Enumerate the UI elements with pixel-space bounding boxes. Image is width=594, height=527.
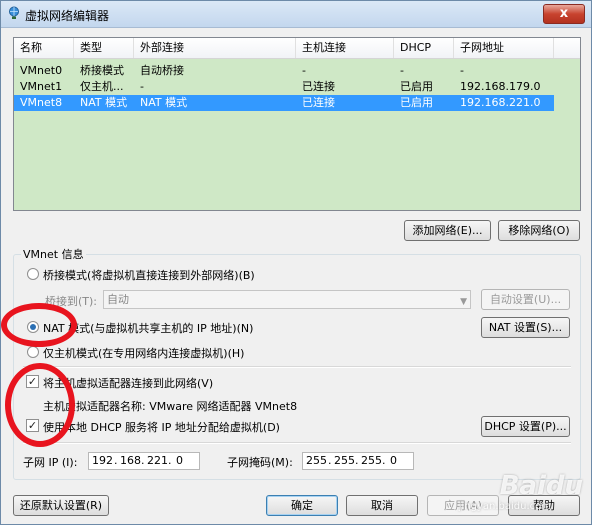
use-dhcp-label[interactable]: 使用本地 DHCP 服务将 IP 地址分配给虚拟机(D) [43, 419, 280, 435]
cell-external: NAT 模式 [140, 96, 188, 109]
table-row[interactable]: VMnet1 仅主机... - 已连接 已启用 192.168.179.0 [14, 79, 580, 95]
adapter-name-label: 主机虚拟适配器名称: VMware 网络适配器 VMnet8 [43, 400, 298, 413]
ip-octet: 168 [120, 454, 141, 467]
column-header-name[interactable]: 名称 [14, 38, 74, 58]
subnet-ip-input[interactable]: 192 . 168 . 221 . 0 [88, 452, 200, 470]
nat-settings-button[interactable]: NAT 设置(S)... [481, 317, 570, 338]
subnet-mask-input[interactable]: 255 . 255 . 255 . 0 [302, 452, 414, 470]
network-globe-icon [9, 6, 19, 19]
separator [23, 366, 571, 368]
mask-dot: . [355, 454, 359, 467]
auto-settings-button[interactable]: 自动设置(U)... [481, 289, 570, 310]
list-header: 名称 类型 外部连接 主机连接 DHCP 子网地址 [14, 38, 580, 59]
table-row[interactable]: VMnet0 桥接模式 自动桥接 - - - [14, 63, 580, 79]
network-list[interactable]: 名称 类型 外部连接 主机连接 DHCP 子网地址 VMnet0 桥接模式 自动… [13, 37, 581, 211]
ip-octet: 192 [92, 454, 113, 467]
subnet-ip-label: 子网 IP (I): [23, 456, 78, 469]
title-bar: 虚拟网络编辑器 x [1, 1, 591, 28]
host-only-mode-radio[interactable] [27, 346, 39, 358]
subnet-mask-label: 子网掩码(M): [227, 456, 293, 469]
cancel-button[interactable]: 取消 [346, 495, 418, 516]
bridged-to-value: 自动 [107, 293, 129, 306]
close-button[interactable]: x [543, 4, 585, 24]
annotation-circle-nat [1, 303, 77, 347]
window-title: 虚拟网络编辑器 [25, 9, 110, 23]
bridged-mode-label[interactable]: 桥接模式(将虚拟机直接连接到外部网络)(B) [43, 267, 255, 283]
cell-subnet: - [460, 64, 464, 77]
cell-dhcp: 已启用 [400, 80, 433, 93]
column-header-subnet[interactable]: 子网地址 [454, 38, 554, 58]
ip-dot: . [168, 454, 172, 467]
cell-type: 仅主机... [80, 80, 124, 93]
cell-name: VMnet0 [20, 64, 63, 77]
cell-type: NAT 模式 [80, 96, 128, 109]
watermark-url: jingyan.baidu.com [458, 501, 551, 512]
mask-octet: 255 [334, 454, 355, 467]
mask-octet: 255 [306, 454, 327, 467]
cell-host: 已连接 [302, 80, 335, 93]
remove-network-button[interactable]: 移除网络(O) [498, 220, 580, 241]
cell-host: - [302, 64, 306, 77]
watermark-logo: Baidu [499, 471, 583, 501]
column-header-type[interactable]: 类型 [74, 38, 134, 58]
cell-subnet: 192.168.221.0 [460, 96, 541, 109]
ip-octet: 0 [176, 454, 183, 467]
mask-octet: 0 [390, 454, 397, 467]
ok-button[interactable]: 确定 [266, 495, 338, 516]
dhcp-settings-button[interactable]: DHCP 设置(P)... [481, 416, 570, 437]
cell-dhcp: 已启用 [400, 96, 433, 109]
chevron-down-icon: ▼ [460, 297, 467, 307]
ip-dot: . [114, 454, 118, 467]
add-network-button[interactable]: 添加网络(E)... [404, 220, 491, 241]
restore-defaults-button[interactable]: 还原默认设置(R) [13, 495, 109, 516]
annotation-circle-checkboxes [5, 363, 75, 447]
cell-type: 桥接模式 [80, 64, 124, 77]
ip-octet: 221 [147, 454, 168, 467]
mask-dot: . [382, 454, 386, 467]
virtual-network-editor-window: 虚拟网络编辑器 x 名称 类型 外部连接 主机连接 DHCP 子网地址 VMne… [0, 0, 592, 525]
cell-external: - [140, 80, 144, 93]
separator [23, 442, 571, 444]
cell-subnet: 192.168.179.0 [460, 80, 541, 93]
cell-name: VMnet1 [20, 80, 63, 93]
column-header-host[interactable]: 主机连接 [296, 38, 394, 58]
vmnet-info-title: VMnet 信息 [21, 246, 86, 262]
host-only-mode-label[interactable]: 仅主机模式(在专用网络内连接虚拟机)(H) [43, 345, 244, 361]
column-header-external[interactable]: 外部连接 [134, 38, 296, 58]
cell-external: 自动桥接 [140, 64, 184, 77]
cell-host: 已连接 [302, 96, 335, 109]
bridged-mode-radio[interactable] [27, 268, 39, 280]
column-header-dhcp[interactable]: DHCP [394, 38, 454, 58]
mask-dot: . [328, 454, 332, 467]
cell-name: VMnet8 [20, 96, 63, 109]
bridged-to-select[interactable]: 自动 ▼ [103, 290, 471, 309]
table-row-selected[interactable]: VMnet8 NAT 模式 NAT 模式 已连接 已启用 192.168.221… [14, 95, 554, 111]
ip-dot: . [141, 454, 145, 467]
cell-dhcp: - [400, 64, 404, 77]
mask-octet: 255 [361, 454, 382, 467]
